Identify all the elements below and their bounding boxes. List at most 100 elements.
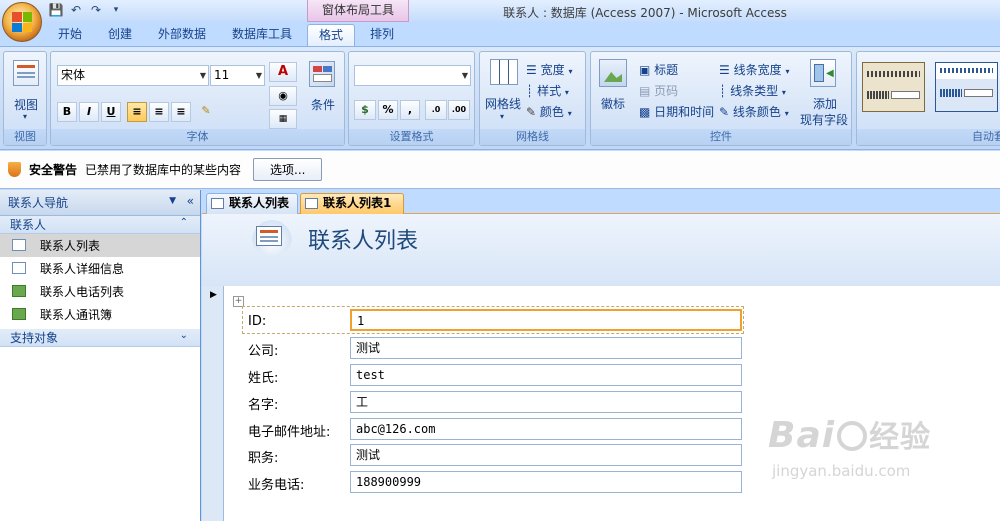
conditional-format-label[interactable]: 条件: [311, 96, 335, 113]
align-left-button[interactable]: ≡: [127, 102, 147, 122]
nav-section-support[interactable]: 支持对象 ⌄: [0, 329, 200, 347]
add-field-label[interactable]: 添加: [813, 95, 837, 112]
autoformat-thumb-2[interactable]: [935, 62, 998, 112]
bold-button[interactable]: B: [57, 102, 77, 122]
line-color-button[interactable]: ✎ 线条颜色 ▾: [719, 103, 789, 120]
field-input-business-phone[interactable]: 188900999: [350, 471, 742, 493]
page-number-label: 页码: [654, 84, 679, 98]
group-controls: 徽标 ▣ 标题 ▤ 页码 ▩ 日期和时间 ☰ 线条宽度 ▾ ┊ 线条类型 ▾ ✎…: [590, 51, 852, 146]
ribbon-tabs: 开始 创建 外部数据 数据库工具 格式 排列: [0, 22, 1000, 46]
fill-color-button[interactable]: ◉: [269, 86, 297, 106]
number-format-select[interactable]: ▼: [354, 65, 471, 86]
navigation-pane: 联系人导航 ▼ « 联系人 ⌃ 联系人列表 联系人详细信息 联系人电话列表 联系…: [0, 190, 201, 521]
increase-decimals-button[interactable]: .0: [425, 100, 447, 120]
field-input-email[interactable]: abc@126.com: [350, 418, 742, 440]
field-label-first-name: 名字:: [248, 398, 279, 413]
record-selector[interactable]: ▶: [202, 286, 224, 521]
gridlines-label[interactable]: 网格线: [485, 95, 521, 112]
expand-section-icon[interactable]: ⌄: [180, 330, 188, 341]
line-type-button[interactable]: ┊ 线条类型 ▾: [719, 82, 786, 99]
add-field-icon[interactable]: ◀: [810, 59, 836, 87]
tab-database-tools[interactable]: 数据库工具: [225, 24, 299, 46]
report-icon: [12, 308, 26, 320]
page-number-button[interactable]: ▤ 页码: [639, 82, 678, 99]
field-input-last-name[interactable]: test: [350, 364, 742, 386]
font-color-button[interactable]: A: [269, 62, 297, 82]
chevron-down-icon: ▾: [784, 109, 789, 118]
format-painter-icon[interactable]: ✎: [196, 102, 216, 122]
view-button-label[interactable]: 视图: [14, 96, 38, 113]
view-icon[interactable]: [13, 60, 39, 86]
group-gridlines: 网格线 ▾ ☰ 宽度 ▾ ┊ 样式 ▾ ✎ 颜色 ▾ 网格线: [479, 51, 586, 146]
tab-create[interactable]: 创建: [100, 24, 140, 46]
office-button[interactable]: [2, 2, 42, 42]
field-input-company[interactable]: 测试: [350, 337, 742, 359]
field-input-first-name[interactable]: 工: [350, 391, 742, 413]
italic-button[interactable]: I: [79, 102, 99, 122]
gridlines-dropdown-icon[interactable]: ▾: [500, 112, 504, 121]
comma-format-button[interactable]: ,: [400, 100, 420, 120]
nav-item-label: 联系人列表: [40, 239, 101, 253]
underline-button[interactable]: U: [101, 102, 121, 122]
existing-fields-label[interactable]: 现有字段: [800, 111, 848, 128]
nav-item-label: 联系人通讯簿: [40, 308, 113, 322]
nav-header[interactable]: 联系人导航 ▼ «: [0, 190, 200, 216]
date-time-label: 日期和时间: [654, 105, 715, 119]
nav-item-contact-phone-list[interactable]: 联系人电话列表: [0, 280, 200, 303]
group-format: ▼ $ % , .0 .00 设置格式: [348, 51, 475, 146]
security-warning-bar: 安全警告 已禁用了数据库中的某些内容 选项...: [0, 151, 1000, 189]
date-time-button[interactable]: ▩ 日期和时间: [639, 103, 714, 120]
grid-color-button[interactable]: ✎ 颜色 ▾: [526, 103, 572, 120]
nav-menu-chevron-icon[interactable]: ▼: [169, 196, 176, 206]
title-icon: ▣: [639, 63, 651, 77]
nav-item-contact-details[interactable]: 联系人详细信息: [0, 257, 200, 280]
align-center-button[interactable]: ≡: [149, 102, 169, 122]
tab-home[interactable]: 开始: [50, 24, 90, 46]
conditional-format-icon[interactable]: [309, 61, 335, 87]
doc-tab-contact-list-1[interactable]: 联系人列表1: [300, 193, 404, 214]
doc-tab-contact-list[interactable]: 联系人列表: [206, 193, 298, 214]
group-label-view: 视图: [4, 129, 46, 145]
logo-label[interactable]: 徽标: [601, 95, 625, 112]
nav-section-contacts[interactable]: 联系人 ⌃: [0, 216, 200, 234]
chevron-down-icon: ▼: [199, 71, 206, 80]
field-input-job-title[interactable]: 测试: [350, 444, 742, 466]
font-size-select[interactable]: 11 ▼: [210, 65, 265, 86]
form-icon: [12, 239, 26, 251]
decrease-decimals-button[interactable]: .00: [448, 100, 470, 120]
collapse-section-icon[interactable]: ⌃: [180, 217, 188, 228]
alternate-fill-button[interactable]: ▦: [269, 109, 297, 129]
security-options-button[interactable]: 选项...: [253, 158, 323, 181]
currency-format-button[interactable]: $: [354, 100, 376, 120]
group-autoformat: 自动套: [856, 51, 1000, 146]
chevron-down-icon: ▾: [564, 88, 569, 97]
tab-external-data[interactable]: 外部数据: [150, 24, 214, 46]
grid-style-button[interactable]: ┊ 样式 ▾: [526, 82, 569, 99]
current-record-icon: ▶: [210, 290, 217, 300]
nav-header-title: 联系人导航: [8, 196, 69, 210]
form-icon: [12, 262, 26, 274]
align-right-button[interactable]: ≡: [171, 102, 191, 122]
title-button[interactable]: ▣ 标题: [639, 61, 678, 78]
tab-arrange[interactable]: 排列: [362, 24, 402, 46]
logo-icon[interactable]: [599, 59, 627, 87]
nav-section-contacts-label: 联系人: [10, 218, 47, 232]
percent-format-button[interactable]: %: [378, 100, 398, 120]
watermark-brand: Bai: [768, 415, 836, 456]
line-width-button[interactable]: ☰ 线条宽度 ▾: [719, 61, 789, 78]
page-number-icon: ▤: [639, 84, 651, 98]
tab-format[interactable]: 格式: [307, 24, 355, 46]
field-input-id[interactable]: 1: [350, 309, 742, 331]
collapse-nav-icon[interactable]: «: [187, 194, 194, 208]
gridlines-icon[interactable]: [490, 59, 518, 85]
field-label-company: 公司:: [248, 344, 279, 359]
view-dropdown-icon[interactable]: ▾: [23, 112, 27, 121]
grid-width-button[interactable]: ☰ 宽度 ▾: [526, 61, 572, 78]
nav-item-contact-list[interactable]: 联系人列表: [0, 234, 200, 257]
chevron-down-icon: ▾: [567, 109, 572, 118]
autoformat-thumb-1[interactable]: [862, 62, 925, 112]
font-family-select[interactable]: 宋体 ▼: [57, 65, 209, 86]
form-icon: [305, 198, 318, 209]
grid-color-label: 颜色: [539, 105, 564, 119]
nav-item-address-book[interactable]: 联系人通讯簿: [0, 303, 200, 326]
